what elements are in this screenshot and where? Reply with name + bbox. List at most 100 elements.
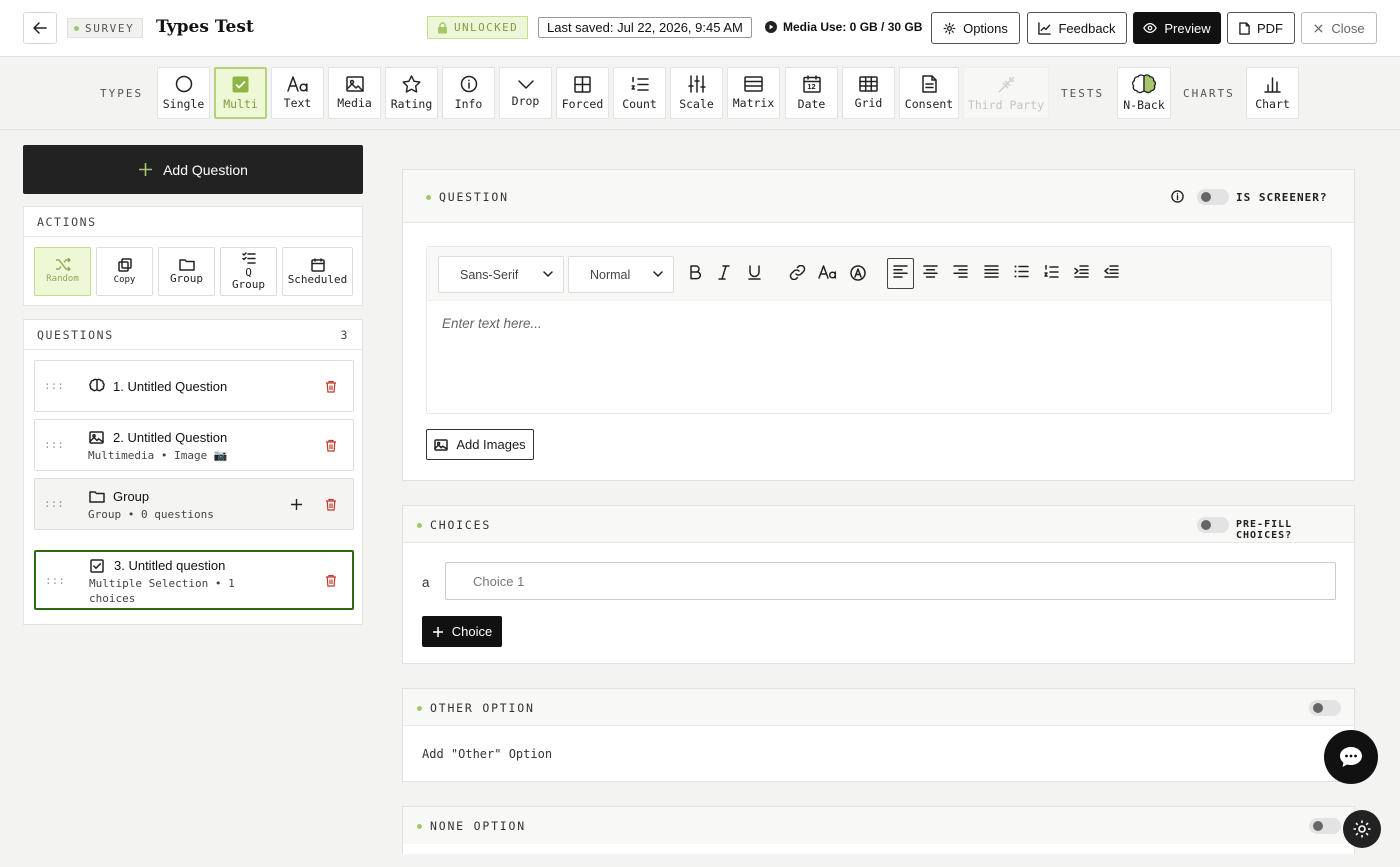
chart-button[interactable]: Chart bbox=[1246, 67, 1299, 119]
none-option-card: NONE OPTION bbox=[402, 806, 1355, 854]
folder-icon bbox=[89, 491, 105, 503]
none-option-toggle[interactable] bbox=[1309, 818, 1341, 834]
type-matrix-button[interactable]: Matrix bbox=[727, 67, 780, 119]
type-label: Grid bbox=[854, 96, 883, 110]
chevron-down-icon bbox=[653, 271, 663, 277]
type-consent-button[interactable]: Consent bbox=[899, 67, 959, 119]
drag-handle-icon[interactable]: ::: bbox=[44, 438, 64, 451]
copy-action-button[interactable]: Copy bbox=[96, 247, 153, 296]
prefill-choices-toggle[interactable] bbox=[1197, 517, 1229, 533]
outdent-icon[interactable] bbox=[1104, 265, 1119, 278]
type-count-button[interactable]: Count bbox=[613, 67, 666, 119]
type-label: Rating bbox=[390, 97, 433, 111]
rich-text-editor: Sans-Serif Normal Enter text here... bbox=[426, 246, 1332, 414]
choice-1-input[interactable]: Choice 1 bbox=[445, 562, 1336, 600]
text-format-icon[interactable] bbox=[818, 265, 837, 280]
trash-icon[interactable] bbox=[325, 439, 337, 452]
action-label: Random bbox=[46, 274, 79, 284]
plug-off-icon bbox=[997, 75, 1015, 93]
choices-section-label: CHOICES bbox=[430, 518, 492, 532]
choices-card-header: CHOICES PRE-FILL CHOICES? bbox=[403, 506, 1354, 543]
brain-icon bbox=[89, 378, 105, 392]
group-action-button[interactable]: Group bbox=[158, 247, 215, 296]
align-center-icon[interactable] bbox=[923, 265, 938, 278]
question-item-2[interactable]: ::: 2. Untitled Question Multimedia • Im… bbox=[34, 419, 354, 471]
type-date-button[interactable]: 12 Date bbox=[785, 67, 838, 119]
info-icon[interactable] bbox=[1171, 190, 1184, 203]
type-rating-button[interactable]: Rating bbox=[385, 67, 438, 119]
screener-toggle[interactable] bbox=[1197, 189, 1229, 205]
type-drop-button[interactable]: Drop bbox=[499, 67, 552, 119]
question-text-input[interactable]: Enter text here... bbox=[442, 316, 542, 331]
options-label: Options bbox=[963, 20, 1008, 36]
text-color-icon[interactable] bbox=[850, 265, 866, 281]
bullet-list-icon[interactable] bbox=[1014, 265, 1029, 278]
options-button[interactable]: Options bbox=[931, 12, 1020, 44]
question-section-title: QUESTION bbox=[426, 190, 509, 204]
type-forced-button[interactable]: Forced bbox=[556, 67, 609, 119]
calendar-icon bbox=[310, 257, 325, 272]
questions-label: QUESTIONS bbox=[37, 327, 114, 342]
indent-icon[interactable] bbox=[1074, 265, 1089, 278]
random-action-button[interactable]: Random bbox=[34, 247, 91, 296]
section-dot bbox=[426, 194, 431, 200]
type-info-button[interactable]: Info bbox=[442, 67, 495, 119]
type-multi-button[interactable]: Multi bbox=[214, 67, 267, 119]
q-group-action-button[interactable]: Q Group bbox=[220, 247, 277, 296]
align-right-icon[interactable] bbox=[953, 265, 968, 278]
type-text-button[interactable]: Text bbox=[271, 67, 324, 119]
test-n-back-button[interactable]: N-Back bbox=[1117, 67, 1171, 119]
other-option-toggle[interactable] bbox=[1309, 700, 1341, 716]
question-item-1[interactable]: ::: 1. Untitled Question bbox=[34, 360, 354, 412]
feedback-button[interactable]: Feedback bbox=[1027, 12, 1127, 44]
drag-handle-icon[interactable]: ::: bbox=[44, 379, 64, 392]
question-group-item[interactable]: ::: Group Group • 0 questions bbox=[34, 478, 354, 530]
underline-icon[interactable] bbox=[748, 265, 761, 280]
add-choice-button[interactable]: Choice bbox=[422, 616, 502, 647]
action-label: Q Group bbox=[231, 266, 266, 291]
star-icon bbox=[402, 75, 421, 93]
preview-label: Preview bbox=[1164, 20, 1211, 36]
chat-bubble-icon bbox=[1340, 747, 1362, 767]
bold-icon[interactable] bbox=[689, 265, 701, 280]
plus-icon[interactable] bbox=[290, 498, 303, 511]
lock-status-badge[interactable]: UNLOCKED bbox=[427, 16, 529, 39]
preview-button[interactable]: Preview bbox=[1133, 12, 1221, 44]
trash-icon[interactable] bbox=[325, 498, 337, 511]
section-dot bbox=[417, 705, 422, 711]
drag-handle-icon[interactable]: ::: bbox=[45, 574, 65, 587]
align-left-icon[interactable] bbox=[893, 265, 908, 278]
chat-button[interactable] bbox=[1324, 730, 1378, 784]
question-item-3[interactable]: ::: 3. Untitled question Multiple Select… bbox=[34, 550, 354, 610]
line-chart-icon bbox=[1038, 21, 1052, 35]
type-label: Count bbox=[622, 96, 657, 111]
type-grid-button[interactable]: Grid bbox=[842, 67, 895, 119]
editor-toolbar: Sans-Serif Normal bbox=[427, 247, 1331, 301]
scheduled-action-button[interactable]: Scheduled bbox=[282, 247, 353, 296]
type-single-button[interactable]: Single bbox=[157, 67, 210, 119]
type-label: Date bbox=[797, 97, 826, 111]
type-scale-button[interactable]: Scale bbox=[670, 67, 723, 119]
link-icon[interactable] bbox=[789, 265, 806, 280]
lock-icon bbox=[438, 21, 447, 33]
numbered-list-icon bbox=[630, 76, 649, 91]
survey-badge-label: SURVEY bbox=[85, 21, 135, 35]
back-button[interactable] bbox=[23, 12, 57, 44]
close-button[interactable]: Close bbox=[1301, 12, 1377, 44]
trash-icon[interactable] bbox=[325, 574, 337, 587]
question-subtitle: Multiple Selection • 1 choices bbox=[89, 577, 235, 605]
ordered-list-icon[interactable] bbox=[1044, 265, 1059, 279]
screener-label: IS SCREENER? bbox=[1236, 191, 1328, 204]
font-size-select[interactable]: Normal bbox=[568, 256, 674, 293]
type-media-button[interactable]: Media bbox=[328, 67, 381, 119]
settings-button[interactable] bbox=[1343, 810, 1381, 848]
drag-handle-icon[interactable]: ::: bbox=[44, 497, 64, 510]
trash-icon[interactable] bbox=[325, 380, 337, 393]
add-question-button[interactable]: Add Question bbox=[23, 145, 363, 194]
align-justify-icon[interactable] bbox=[984, 265, 999, 278]
type-label: N-Back bbox=[1123, 98, 1165, 112]
pdf-button[interactable]: PDF bbox=[1227, 12, 1295, 44]
font-family-select[interactable]: Sans-Serif bbox=[438, 256, 564, 293]
italic-icon[interactable] bbox=[718, 265, 730, 280]
add-images-button[interactable]: Add Images bbox=[426, 429, 534, 460]
